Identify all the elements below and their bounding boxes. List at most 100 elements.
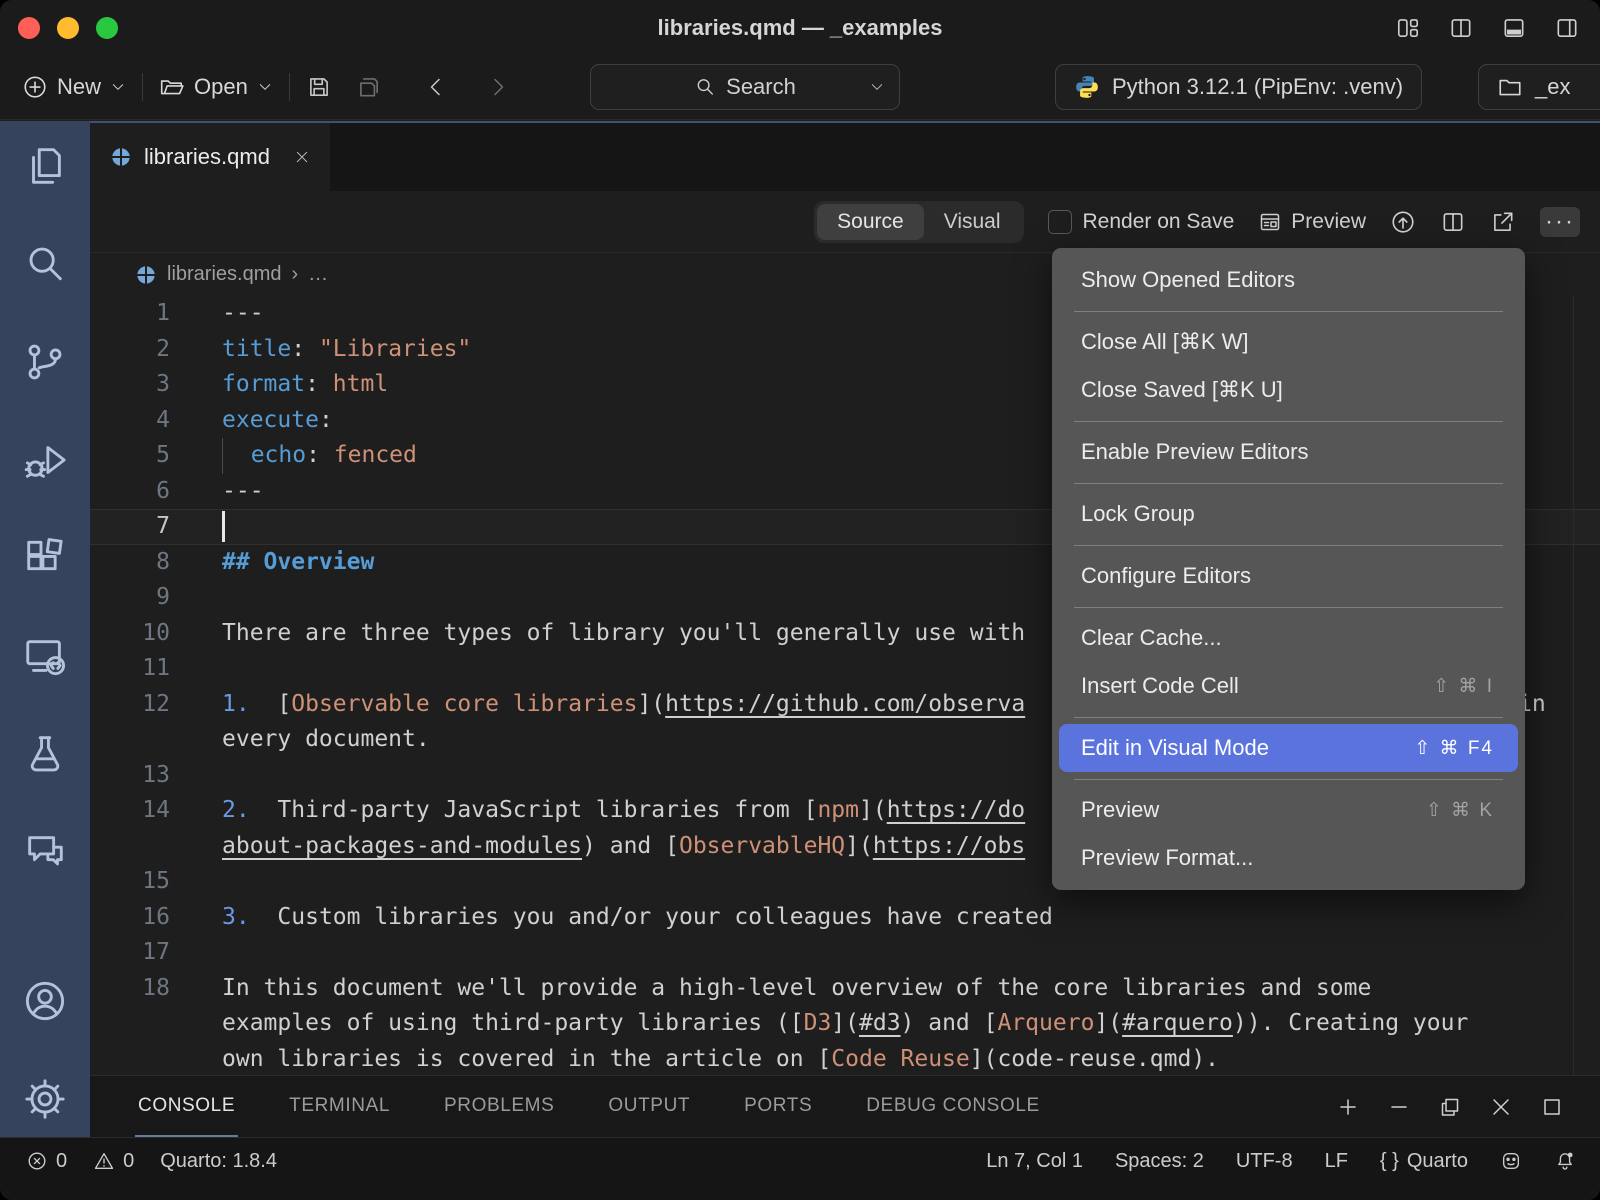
close-tab-icon[interactable] [294,149,310,165]
sidebar-item-account[interactable] [22,978,68,1029]
sidebar-item-extensions[interactable] [22,535,68,586]
search-input[interactable]: Search [590,64,900,110]
menu-separator [1074,607,1503,608]
status-encoding[interactable]: UTF-8 [1236,1150,1293,1173]
chevron-down-icon [110,79,126,95]
sidebar-item-search[interactable] [22,241,68,292]
render-button[interactable] [1390,209,1416,235]
titlebar-layout-controls [1395,0,1580,55]
open-external-button[interactable] [1490,209,1516,235]
quarto-icon [135,264,157,286]
more-actions-button[interactable]: ··· [1540,207,1580,237]
traffic-lights [18,17,118,39]
sidebar-item-explorer[interactable] [22,143,68,194]
menu-item-clear-cache[interactable]: Clear Cache... [1059,614,1518,662]
panel-tab-console[interactable]: CONSOLE [135,1076,238,1137]
workspace-selector[interactable]: _ex [1478,64,1600,110]
plus-icon[interactable] [1336,1095,1360,1119]
menu-item-label: Insert Code Cell [1081,673,1239,699]
breadcrumb-more[interactable]: … [308,263,328,286]
menu-separator [1074,483,1503,484]
panel-bottom-icon[interactable] [1501,15,1527,41]
back-button[interactable] [424,75,448,99]
menu-item-shortcut: ⇧ ⌘ K [1426,799,1494,822]
checkbox[interactable] [1048,210,1072,234]
line-number: 14 [90,793,170,829]
render-on-save-checkbox[interactable]: Render on Save [1048,210,1235,234]
zoom-window-button[interactable] [96,17,118,39]
menu-item-shortcut: ⇧ ⌘ I [1433,675,1494,698]
interpreter-selector[interactable]: Python 3.12.1 (PipEnv: .venv) [1055,64,1422,110]
plus-circle-icon [22,74,48,100]
source-mode-button[interactable]: Source [817,204,924,240]
menu-item-edit-in-visual-mode[interactable]: Edit in Visual Mode⇧ ⌘ F4 [1059,724,1518,772]
new-button[interactable]: New [22,74,126,100]
save-all-button[interactable] [356,74,382,100]
line-number: 13 [90,758,170,794]
split-editor-button[interactable] [1440,209,1466,235]
menu-item-close-all-k-w[interactable]: Close All [⌘K W] [1059,318,1518,366]
breadcrumb-file[interactable]: libraries.qmd [167,263,281,286]
menu-item-preview[interactable]: Preview ⇧ ⌘ K [1059,786,1518,834]
minimize-window-button[interactable] [57,17,79,39]
panel-tab-problems[interactable]: PROBLEMS [441,1076,557,1137]
status-indentation[interactable]: Spaces: 2 [1115,1150,1204,1173]
status-quarto-version[interactable]: Quarto: 1.8.4 [160,1150,277,1173]
search-icon [694,76,716,98]
menu-item-enable-preview-editors[interactable]: Enable Preview Editors [1059,428,1518,476]
status-label: Quarto: 1.8.4 [160,1150,277,1173]
save-button[interactable] [306,74,332,100]
menu-item-preview-format[interactable]: Preview Format... [1059,834,1518,882]
sidebar-item-remote-explorer[interactable] [22,633,68,684]
forward-button[interactable] [486,75,510,99]
panel-tab-debug-console[interactable]: DEBUG CONSOLE [863,1076,1043,1137]
secondary-sidebar-icon[interactable] [1554,15,1580,41]
status-cursor-position[interactable]: Ln 7, Col 1 [986,1150,1083,1173]
menu-item-configure-editors[interactable]: Configure Editors [1059,552,1518,600]
restore-icon[interactable] [1438,1095,1462,1119]
status-errors[interactable]: 0 [26,1150,67,1173]
menu-item-show-opened-editors[interactable]: Show Opened Editors [1059,256,1518,304]
sidebar-item-testing[interactable] [22,731,68,782]
status-label: 0 [123,1150,134,1173]
open-button[interactable]: Open [159,74,273,100]
status-label: Spaces: 2 [1115,1150,1204,1173]
preview-button[interactable]: Preview [1258,210,1366,234]
menu-item-label: Preview [1081,797,1159,823]
preview-label: Preview [1291,210,1366,234]
status-label: Quarto [1407,1150,1468,1173]
sidebar-item-source-control[interactable] [22,339,68,390]
split-columns-icon[interactable] [1448,15,1474,41]
line-number: 2 [90,332,170,368]
minus-icon[interactable] [1387,1095,1411,1119]
breadcrumb-separator: › [291,263,298,286]
close-window-button[interactable] [18,17,40,39]
python-icon [1074,74,1100,100]
status-eol[interactable]: LF [1325,1150,1348,1173]
app-window: libraries.qmd — _examples New Open [0,0,1600,1200]
sidebar-item-chat[interactable] [22,829,68,880]
visual-mode-button[interactable]: Visual [924,204,1021,240]
close-icon[interactable] [1489,1095,1513,1119]
maximize-icon[interactable] [1540,1095,1564,1119]
status-notifications[interactable] [1554,1150,1576,1172]
panel-tab-output[interactable]: OUTPUT [605,1076,693,1137]
panel-tab-ports[interactable]: PORTS [741,1076,815,1137]
menu-item-close-saved-k-u[interactable]: Close Saved [⌘K U] [1059,366,1518,414]
sidebar-item-settings[interactable] [22,1076,68,1127]
customize-layout-icon[interactable] [1395,15,1421,41]
line-number: 7 [90,509,170,545]
files-icon [22,143,68,189]
tab-libraries-qmd[interactable]: libraries.qmd [90,123,330,191]
sidebar-item-run-debug[interactable] [22,437,68,488]
panel-tab-terminal[interactable]: TERMINAL [286,1076,393,1137]
status-warnings[interactable]: 0 [93,1150,134,1173]
menu-item-lock-group[interactable]: Lock Group [1059,490,1518,538]
line-number: 4 [90,403,170,439]
status-feedback[interactable] [1500,1150,1522,1172]
chat-icon [22,829,68,875]
new-button-label: New [57,74,101,100]
status-language-mode[interactable]: { }Quarto [1380,1150,1468,1173]
line-number: 3 [90,367,170,403]
menu-item-insert-code-cell[interactable]: Insert Code Cell ⇧ ⌘ I [1059,662,1518,710]
